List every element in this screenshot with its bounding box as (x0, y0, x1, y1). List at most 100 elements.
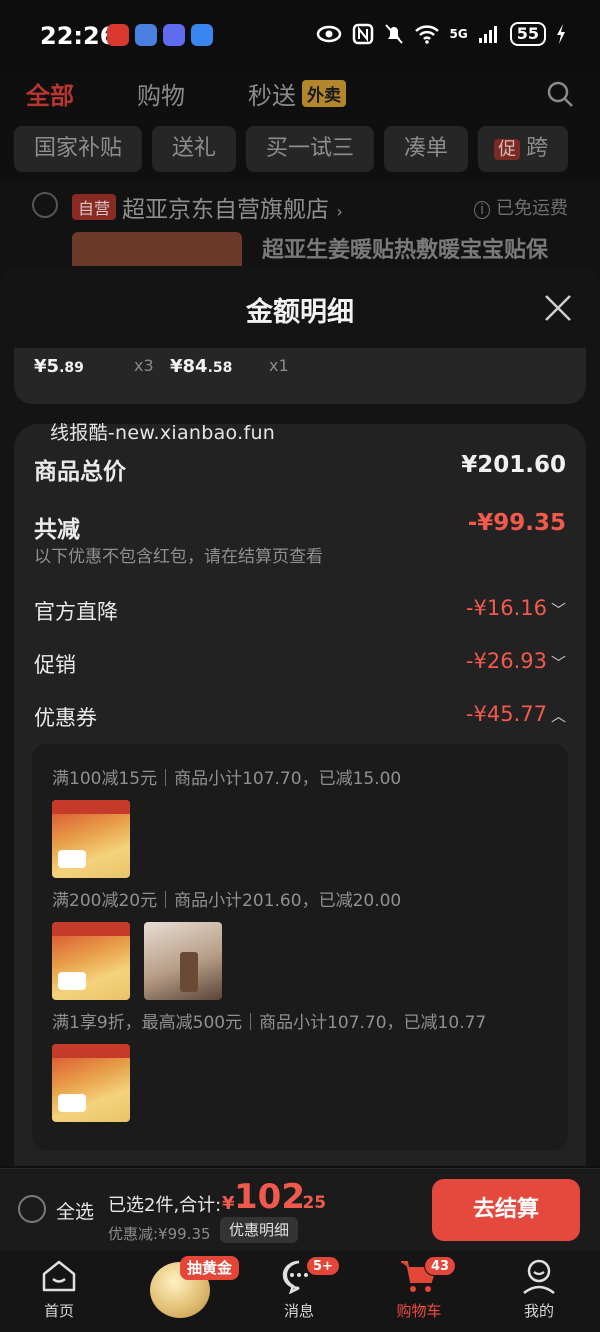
top-tabs: 全部 购物 秒送 外卖 (0, 72, 600, 120)
item-price-int: 5 (46, 356, 60, 377)
coupon-rule: 满100减15元｜商品小计107.70，已减15.00 (52, 769, 402, 789)
total-label: 商品总价 (34, 459, 126, 485)
amount-detail-sheet: 金额明细 ¥5.89 x3 ¥84.58 x1 商品总价 ¥201.60 共减 … (0, 266, 600, 1166)
bottom-nav: 首页 消息 购物车 我的 (0, 1250, 600, 1332)
sheet-title: 金额明细 (246, 297, 354, 328)
select-all-radio[interactable] (18, 1195, 46, 1223)
product-thumbnail[interactable] (52, 1044, 130, 1122)
item-price-dec: .89 (59, 360, 84, 376)
select-all-label[interactable]: 全选 (56, 1197, 94, 1224)
chevron-down-icon: ﹀ (550, 601, 566, 619)
chip-combine[interactable]: 凑单 (384, 126, 469, 172)
product-title[interactable]: 超亚生姜暖贴热敷暖宝宝贴保 (262, 232, 548, 264)
item-qty: x3 (134, 356, 154, 375)
wifi-icon (414, 25, 439, 44)
cart-count-badge: 43 (424, 1256, 457, 1276)
items-summary: ¥5.89 x3 ¥84.58 x1 (14, 348, 586, 404)
coupon-detail-box: 满100减15元｜商品小计107.70，已减15.00 满200减20元｜商品小… (32, 744, 568, 1150)
shop-name-label: 超亚京东自营旗舰店 (122, 197, 329, 223)
network-type: 5G (449, 27, 468, 41)
reduction-value: -¥99.35 (467, 510, 566, 536)
shop-section: 自营 超亚京东自营旗舰店 › i 已免运费 超亚生姜暖贴热敷暖宝宝贴保 (0, 180, 600, 280)
total-currency: ¥ (222, 1193, 235, 1214)
item-price: ¥5.89 (34, 356, 84, 377)
audio-notification-icon (163, 24, 185, 46)
messages-badge: 5+ (306, 1256, 340, 1276)
total-cents: .25 (296, 1193, 327, 1213)
coupon-label: 优惠券 (34, 706, 97, 730)
promo-tag: 促 (494, 139, 521, 160)
eye-icon (316, 25, 341, 43)
item-price-yen: ¥ (170, 356, 183, 377)
checkout-button[interactable]: 去结算 (432, 1179, 580, 1241)
signal-icon (478, 26, 497, 43)
charging-icon (557, 24, 565, 44)
chevron-right-icon: › (336, 202, 343, 221)
checkout-bar: 全选 已选2件,合计: ¥ 102 .25 优惠减:¥99.35 优惠明细 去结… (0, 1168, 600, 1250)
product-thumbnail[interactable] (144, 922, 222, 1000)
shop-select-radio[interactable] (32, 192, 58, 218)
total-value: ¥201.60 (461, 452, 566, 478)
profile-icon (523, 1259, 555, 1295)
price-detail-card: 商品总价 ¥201.60 共减 -¥99.35 以下优惠不包含红包，请在结算页查… (14, 424, 586, 1166)
total-amount: 102 (234, 1177, 305, 1217)
tab-express[interactable]: 秒送 外卖 (248, 76, 346, 111)
nav-me[interactable]: 我的 (494, 1258, 584, 1321)
watermark: 线报酷-new.xianbao.fun (50, 422, 276, 444)
item-price: ¥84.58 (170, 356, 232, 377)
self-operated-badge: 自营 (72, 194, 117, 220)
coupon-value: -¥45.77 ︿ (466, 702, 566, 726)
selection-summary: 已选2件,合计: (108, 1195, 222, 1216)
chip-try[interactable]: 买一试三 (246, 126, 375, 172)
chat-notification-icon (135, 24, 157, 46)
coupon-rule: 满200减20元｜商品小计201.60，已减20.00 (52, 891, 402, 911)
promotion-amount: -¥26.93 (465, 649, 547, 673)
reduction-note: 以下优惠不包含红包，请在结算页查看 (34, 547, 323, 567)
discount-detail-button[interactable]: 优惠明细 (220, 1217, 299, 1243)
battery-level: 55 (509, 22, 546, 46)
tab-express-label: 秒送 (248, 82, 296, 110)
product-thumbnail[interactable] (52, 800, 130, 878)
status-time: 22:26 (40, 22, 117, 50)
chip-cross-label: 跨 (526, 136, 549, 161)
gold-lottery-badge[interactable]: 抽黄金 (180, 1256, 240, 1280)
nav-me-label: 我的 (523, 1302, 554, 1320)
discount-summary: 优惠减:¥99.35 (108, 1225, 211, 1243)
home-icon (42, 1260, 76, 1292)
tab-all[interactable]: 全部 (26, 76, 74, 111)
official-discount-label: 官方直降 (34, 600, 118, 624)
chevron-up-icon: ︿ (550, 707, 566, 725)
nfc-icon (352, 23, 373, 45)
status-bar: 22:26 5G 55 (0, 0, 600, 72)
chip-national-subsidy[interactable]: 国家补贴 (14, 126, 143, 172)
official-discount-value: -¥16.16 ﹀ (466, 596, 566, 620)
item-price-yen: ¥ (34, 356, 47, 377)
promotion-value: -¥26.93 ﹀ (466, 649, 566, 673)
message-notification-icon (191, 24, 213, 46)
chevron-down-icon: ﹀ (550, 654, 566, 672)
info-icon: i (474, 201, 490, 219)
close-icon[interactable] (544, 294, 572, 322)
item-price-dec: .58 (207, 360, 233, 376)
reduction-label: 共减 (34, 517, 80, 543)
shipping-status: i 已免运费 (474, 194, 568, 220)
nav-messages-label: 消息 (283, 1302, 314, 1320)
item-price-int: 84 (182, 356, 208, 377)
item-qty: x1 (269, 356, 289, 375)
takeout-badge: 外卖 (302, 80, 346, 107)
coupon-amount: -¥45.77 (465, 702, 547, 726)
nav-home-label: 首页 (43, 1302, 74, 1320)
shop-name[interactable]: 超亚京东自营旗舰店 › (122, 190, 343, 224)
chip-gift[interactable]: 送礼 (152, 126, 237, 172)
product-thumbnail[interactable] (52, 922, 130, 1000)
search-icon[interactable] (546, 80, 574, 108)
tab-shopping[interactable]: 购物 (137, 76, 185, 111)
notification-icons (107, 24, 213, 46)
jd-notification-icon (107, 24, 129, 46)
chip-cross[interactable]: 促跨 (478, 126, 569, 172)
status-right: 5G 55 (316, 22, 566, 46)
coupon-rule: 满1享9折，最高减500元｜商品小计107.70，已减10.77 (52, 1013, 487, 1033)
official-discount-amount: -¥16.16 (465, 596, 547, 620)
nav-home[interactable]: 首页 (14, 1258, 104, 1321)
nav-cart-label: 购物车 (396, 1302, 442, 1320)
